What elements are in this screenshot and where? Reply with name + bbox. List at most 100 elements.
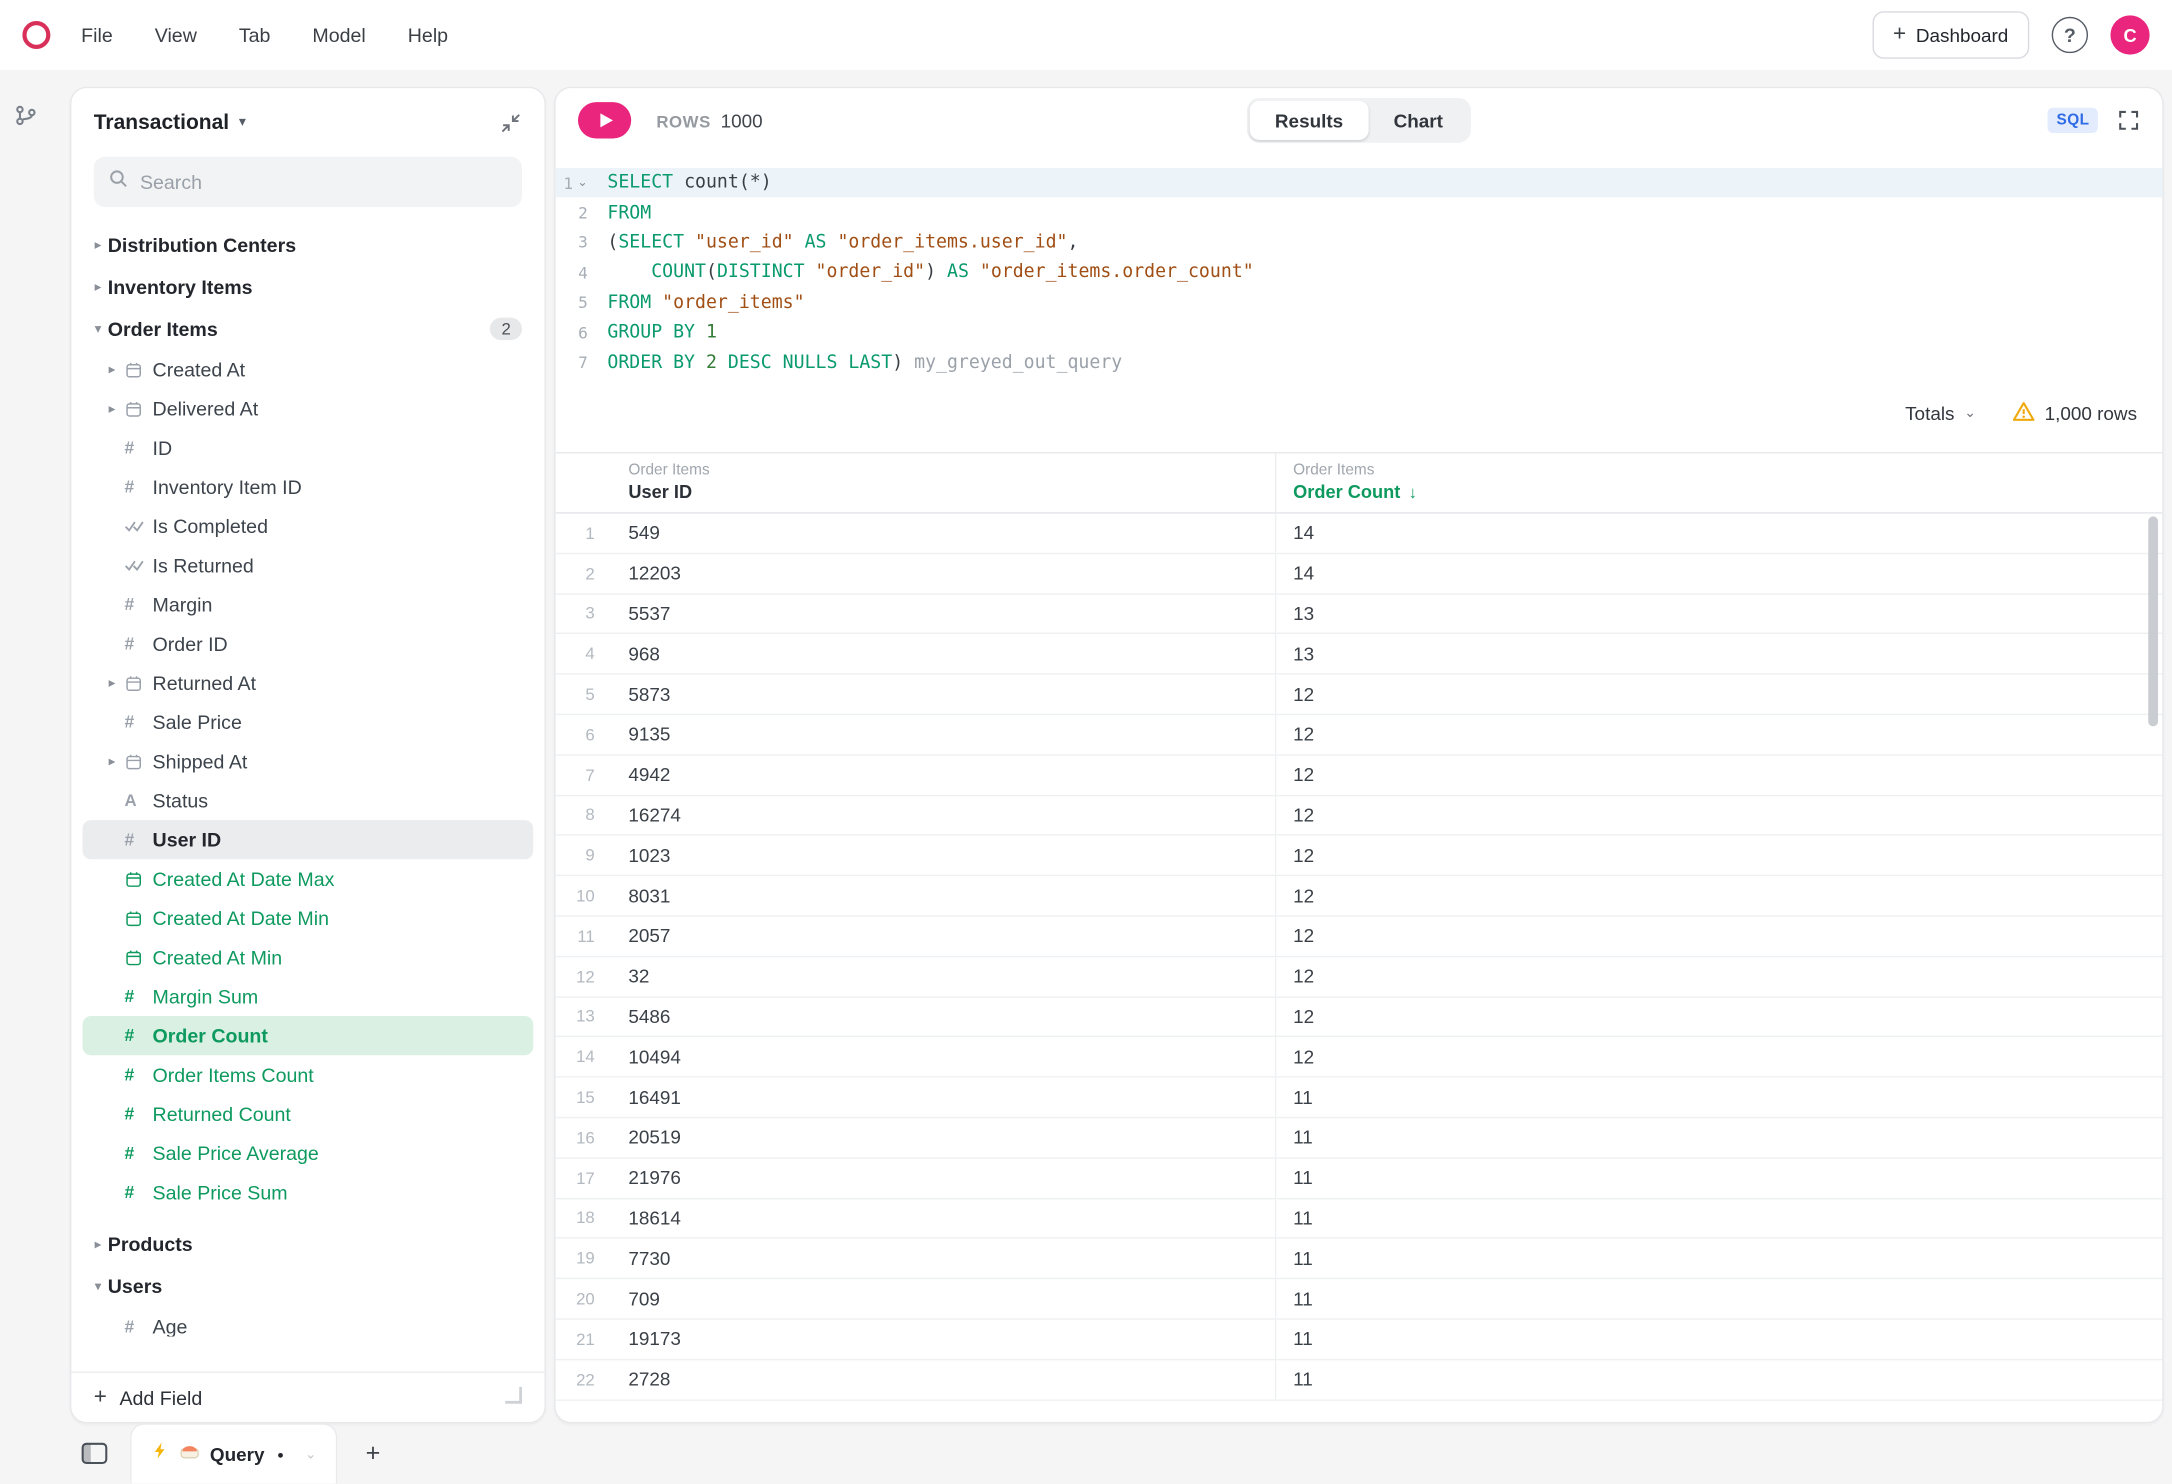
tab-results[interactable]: Results <box>1250 101 1369 140</box>
cell-user-id[interactable]: 5873 <box>612 684 1275 705</box>
field-item-id[interactable]: #ID <box>83 428 534 467</box>
sort-desc-icon[interactable]: ↓ <box>1409 482 1417 502</box>
cell-order-count[interactable]: 13 <box>1275 635 2162 674</box>
caret-right-icon[interactable]: ▸ <box>99 754 124 769</box>
cell-order-count[interactable]: 12 <box>1275 755 2162 794</box>
cell-order-count[interactable]: 11 <box>1275 1199 2162 1238</box>
cell-order-count[interactable]: 13 <box>1275 594 2162 633</box>
cell-order-count[interactable]: 11 <box>1275 1239 2162 1278</box>
cell-user-id[interactable]: 19173 <box>612 1329 1275 1350</box>
cell-order-count[interactable]: 11 <box>1275 1118 2162 1157</box>
field-item-inventory-item-id[interactable]: #Inventory Item ID <box>83 467 534 506</box>
fold-chevron-icon[interactable]: ⌄ <box>577 175 588 190</box>
caret-down-icon[interactable]: ▾ <box>239 115 246 130</box>
help-button[interactable]: ? <box>2052 17 2088 53</box>
sql-line[interactable]: 7ORDER BY 2 DESC NULLS LAST) my_greyed_o… <box>556 348 2163 378</box>
sql-line[interactable]: 2FROM <box>556 198 2163 228</box>
cell-order-count[interactable]: 12 <box>1275 715 2162 754</box>
field-item-created-at-date-max[interactable]: Created At Date Max <box>83 859 534 898</box>
cell-order-count[interactable]: 11 <box>1275 1158 2162 1197</box>
cell-user-id[interactable]: 16274 <box>612 805 1275 826</box>
field-item-sale-price-average[interactable]: #Sale Price Average <box>83 1134 534 1173</box>
field-item-created-at-min[interactable]: Created At Min <box>83 938 534 977</box>
sql-line[interactable]: 4 COUNT(DISTINCT "order_id") AS "order_i… <box>556 258 2163 288</box>
cell-user-id[interactable]: 5537 <box>612 603 1275 624</box>
resize-handle[interactable] <box>505 1386 522 1403</box>
field-item-delivered-at[interactable]: ▸Delivered At <box>83 389 534 428</box>
avatar[interactable]: C <box>2110 15 2149 54</box>
cell-user-id[interactable]: 18614 <box>612 1208 1275 1229</box>
cell-user-id[interactable]: 12203 <box>612 563 1275 584</box>
run-query-button[interactable] <box>578 102 631 138</box>
cell-user-id[interactable]: 1023 <box>612 845 1275 866</box>
cell-user-id[interactable]: 16491 <box>612 1087 1275 1108</box>
sidebar-toggle-button[interactable] <box>81 1441 108 1465</box>
field-item-shipped-at[interactable]: ▸Shipped At <box>83 742 534 781</box>
cell-user-id[interactable]: 968 <box>612 643 1275 664</box>
field-item-sale-price[interactable]: #Sale Price <box>83 703 534 742</box>
cell-user-id[interactable]: 2728 <box>612 1369 1275 1390</box>
cell-order-count[interactable]: 14 <box>1275 554 2162 593</box>
caret-right-icon[interactable]: ▸ <box>99 675 124 690</box>
cell-order-count[interactable]: 11 <box>1275 1279 2162 1318</box>
tab-chart[interactable]: Chart <box>1368 101 1468 140</box>
cell-user-id[interactable]: 549 <box>612 523 1275 544</box>
menu-help[interactable]: Help <box>408 24 448 46</box>
field-item-status[interactable]: AStatus <box>83 781 534 820</box>
field-group-products[interactable]: ▸Products <box>83 1223 534 1265</box>
cell-user-id[interactable]: 20519 <box>612 1127 1275 1148</box>
caret-down-icon[interactable]: ▾ <box>88 1278 108 1293</box>
field-item-returned-count[interactable]: #Returned Count <box>83 1094 534 1133</box>
cell-user-id[interactable]: 10494 <box>612 1046 1275 1067</box>
search-input[interactable] <box>140 171 508 193</box>
field-item-sale-price-sum[interactable]: #Sale Price Sum <box>83 1173 534 1212</box>
field-item-is-returned[interactable]: Is Returned <box>83 546 534 585</box>
sql-editor[interactable]: 1⌄SELECT count(*)2FROM3(SELECT "user_id"… <box>556 168 2163 378</box>
cell-user-id[interactable]: 32 <box>612 966 1275 987</box>
cell-order-count[interactable]: 11 <box>1275 1320 2162 1359</box>
field-item-order-items-count[interactable]: #Order Items Count <box>83 1055 534 1094</box>
cell-order-count[interactable]: 11 <box>1275 1360 2162 1399</box>
menu-model[interactable]: Model <box>312 24 365 46</box>
caret-right-icon[interactable]: ▸ <box>88 1236 108 1251</box>
tab-chevron-icon[interactable]: ⌄ <box>305 1446 317 1461</box>
cell-user-id[interactable]: 4942 <box>612 764 1275 785</box>
cell-order-count[interactable]: 12 <box>1275 796 2162 835</box>
column-header-user-id[interactable]: Order Items User ID <box>612 453 1275 512</box>
cell-order-count[interactable]: 14 <box>1275 514 2162 553</box>
cell-order-count[interactable]: 12 <box>1275 675 2162 714</box>
sql-line[interactable]: 3(SELECT "user_id" AS "order_items.user_… <box>556 228 2163 258</box>
field-item-is-completed[interactable]: Is Completed <box>83 507 534 546</box>
caret-right-icon[interactable]: ▸ <box>99 362 124 377</box>
field-item-order-id[interactable]: #Order ID <box>83 624 534 663</box>
cell-order-count[interactable]: 12 <box>1275 997 2162 1036</box>
caret-right-icon[interactable]: ▸ <box>88 279 108 294</box>
field-group-inventory-items[interactable]: ▸Inventory Items <box>83 266 534 308</box>
cell-order-count[interactable]: 12 <box>1275 876 2162 915</box>
field-item-created-at-date-min[interactable]: Created At Date Min <box>83 898 534 937</box>
cell-user-id[interactable]: 2057 <box>612 926 1275 947</box>
row-limit[interactable]: ROWS 1000 <box>656 110 762 131</box>
sql-line[interactable]: 6GROUP BY 1 <box>556 318 2163 348</box>
model-selector[interactable]: Transactional <box>94 111 229 135</box>
menu-tab[interactable]: Tab <box>239 24 271 46</box>
field-item-margin[interactable]: #Margin <box>83 585 534 624</box>
caret-right-icon[interactable]: ▸ <box>88 237 108 252</box>
omni-logo-icon[interactable] <box>22 21 50 49</box>
field-group-order-items[interactable]: ▾Order Items2 <box>83 308 534 350</box>
sql-line[interactable]: 1⌄SELECT count(*) <box>556 168 2163 198</box>
cell-order-count[interactable]: 11 <box>1275 1078 2162 1117</box>
field-item-age[interactable]: #Age <box>83 1307 534 1336</box>
query-tab[interactable]: Query ● ⌄ <box>130 1423 337 1483</box>
add-field-button[interactable]: Add Field <box>119 1386 202 1408</box>
new-tab-button[interactable]: + <box>366 1439 381 1468</box>
sql-mode-badge[interactable]: SQL <box>2048 108 2098 133</box>
field-item-margin-sum[interactable]: #Margin Sum <box>83 977 534 1016</box>
column-header-order-count[interactable]: Order Items Order Count ↓ <box>1275 453 2162 512</box>
field-item-user-id[interactable]: #User ID <box>83 820 534 859</box>
fullscreen-button[interactable] <box>2117 109 2139 131</box>
field-group-distribution-centers[interactable]: ▸Distribution Centers <box>83 224 534 266</box>
field-item-created-at[interactable]: ▸Created At <box>83 350 534 389</box>
caret-down-icon[interactable]: ▾ <box>88 321 108 336</box>
totals-dropdown[interactable]: Totals ⌄ <box>1905 403 1976 424</box>
